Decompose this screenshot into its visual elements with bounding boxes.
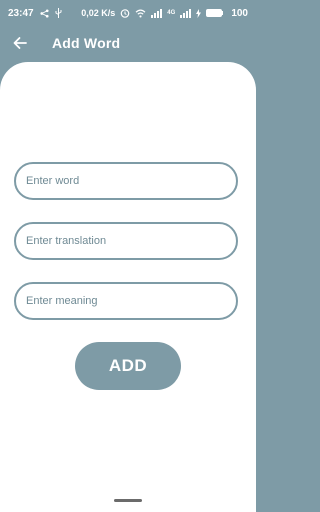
signal-icon xyxy=(151,8,163,18)
status-time: 23:47 xyxy=(8,7,34,19)
signal-icon xyxy=(180,8,192,18)
status-bar: 23:47 0,02 K/s 4G 100 xyxy=(0,0,256,26)
app-bar: Add Word xyxy=(0,26,256,60)
add-button[interactable]: ADD xyxy=(75,342,181,390)
alarm-icon xyxy=(120,9,130,18)
meaning-field[interactable] xyxy=(14,282,238,320)
word-input[interactable] xyxy=(24,174,228,188)
back-button[interactable] xyxy=(2,26,38,60)
battery-icon xyxy=(206,9,224,17)
meaning-input[interactable] xyxy=(24,294,228,308)
translation-field[interactable] xyxy=(14,222,238,260)
status-right: 0,02 K/s 4G 100 xyxy=(81,8,248,19)
word-field[interactable] xyxy=(14,162,238,200)
form-card: ADD xyxy=(0,62,256,512)
add-word-screen: 23:47 0,02 K/s 4G 100 Add Word Enter wor… xyxy=(0,0,256,512)
charging-icon xyxy=(196,8,202,18)
wifi-icon xyxy=(135,9,146,18)
data-rate: 0,02 K/s xyxy=(81,8,116,18)
battery-level: 100 xyxy=(231,7,248,19)
network-type: 4G xyxy=(167,10,176,16)
status-left-icons xyxy=(40,8,62,18)
page-title: Add Word xyxy=(52,35,121,51)
home-indicator[interactable] xyxy=(114,499,142,502)
arrow-left-icon xyxy=(13,37,27,49)
usb-icon xyxy=(55,8,62,18)
share-icon xyxy=(40,8,49,18)
translation-input[interactable] xyxy=(24,234,228,248)
